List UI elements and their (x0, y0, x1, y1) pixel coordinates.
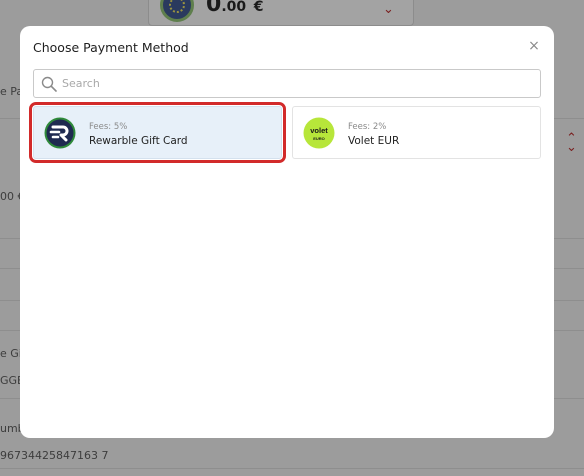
search-input[interactable] (62, 70, 532, 97)
close-icon[interactable]: × (526, 38, 542, 54)
chevron-updown-icon[interactable]: ⌃ ⌄ (566, 132, 577, 154)
option-fees: Fees: 5% (89, 122, 128, 132)
svg-text:volet: volet (310, 126, 328, 135)
chevron-updown-icon[interactable]: ⌃ ⌄ (383, 0, 394, 16)
option-name: Rewarble Gift Card (89, 135, 188, 147)
search-field[interactable] (33, 69, 541, 98)
modal-title: Choose Payment Method (33, 40, 189, 55)
balance-amount: 0.00 € (206, 0, 264, 17)
option-name: Volet EUR (348, 135, 400, 147)
search-icon (41, 76, 57, 92)
svg-text:EURO: EURO (313, 136, 325, 141)
option-fees: Fees: 2% (348, 122, 387, 132)
number-value: 96734425847163 7 (0, 449, 109, 462)
rewarble-logo-icon (44, 117, 76, 149)
volet-logo-icon: volet EURO (303, 117, 335, 149)
payment-option-volet[interactable]: volet EURO Fees: 2% Volet EUR (292, 106, 541, 159)
divider (0, 468, 584, 469)
payment-option-rewarble[interactable]: Fees: 5% Rewarble Gift Card (29, 102, 286, 163)
payment-method-modal: Choose Payment Method × Fees: 5% Rewarbl… (20, 26, 554, 438)
